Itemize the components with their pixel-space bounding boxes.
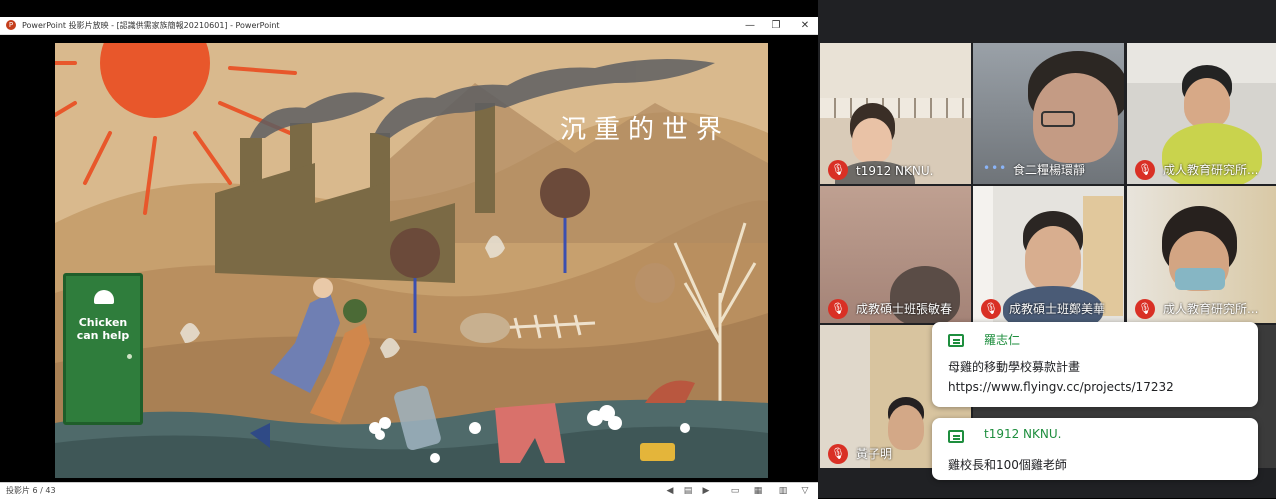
chat-sender: t1912 NKNU. xyxy=(984,427,1062,441)
chat-sender: 羅志仁 xyxy=(984,333,1021,347)
participant-tile[interactable]: ••• 食二糧楊環靜 xyxy=(973,43,1124,184)
participant-tile[interactable]: 🎙 t1912 NKNU. xyxy=(820,43,971,184)
mic-off-icon: 🎙 xyxy=(828,444,848,464)
restore-button[interactable]: ❐ xyxy=(766,17,786,34)
slide-sorter-icon[interactable]: ▦ xyxy=(753,486,763,496)
door-text: Chicken can help xyxy=(66,316,140,342)
participant-name: 成教碩士班鄭美華 xyxy=(1009,302,1106,316)
participant-name: t1912 NKNU. xyxy=(856,164,934,178)
chat-message: 雞校長和100個雞老師 xyxy=(948,458,1067,472)
menu-icon[interactable]: ▤ xyxy=(683,486,693,496)
powerpoint-logo-icon: P xyxy=(6,20,16,30)
chicken-door: Chicken can help xyxy=(63,273,143,425)
chat-bubble-icon xyxy=(948,334,964,347)
participant-tile[interactable]: 🎙 成教碩士班鄭美華 xyxy=(973,186,1124,323)
participant-name: 食二糧楊環靜 xyxy=(1013,163,1086,177)
door-knob xyxy=(127,354,132,359)
slide-canvas[interactable]: 沉重的世界 Chicken can help xyxy=(55,43,768,478)
minimize-button[interactable]: — xyxy=(740,17,760,34)
slideshow-stage: 沉重的世界 Chicken can help xyxy=(0,35,818,482)
reading-view-icon[interactable]: ▥ xyxy=(778,486,788,496)
door-text-line2: can help xyxy=(76,329,130,342)
door-text-line1: Chicken xyxy=(78,316,128,329)
slide-title: 沉重的世界 xyxy=(560,115,731,145)
participant-name: 成教碩士班張敏春 xyxy=(856,302,953,316)
speaking-indicator-icon: ••• xyxy=(983,161,1008,175)
mic-off-icon: 🎙 xyxy=(1135,160,1155,180)
window-title: PowerPoint 投影片放映 - [認識供需家族簡報20210601] - … xyxy=(22,21,280,30)
slideshow-icon[interactable]: ▽ xyxy=(800,486,810,496)
slide-counter: 投影片 6 / 43 xyxy=(6,486,56,495)
mic-off-icon: 🎙 xyxy=(828,299,848,319)
status-bar: 投影片 6 / 43 ◀ ▤ ▶ ▭ ▦ ▥ ▽ xyxy=(0,482,818,499)
chat-notification[interactable]: t1912 NKNU. 雞校長和100個雞老師 xyxy=(932,418,1258,480)
participant-tile[interactable]: 🎙 成人教育研究所... xyxy=(1127,43,1276,184)
chat-link[interactable]: https://www.flyingv.cc/projects/17232 xyxy=(948,380,1174,394)
participant-tile[interactable]: 🎙 成人教育研究所... xyxy=(1127,186,1276,323)
participant-name: 黃子明 xyxy=(856,447,893,461)
meet-panel: 🎙 t1912 NKNU. ••• 食二糧楊環靜 🎙 成人教育研究所... 🎙 … xyxy=(818,0,1276,498)
chat-bubble-icon xyxy=(948,430,964,443)
mic-off-icon: 🎙 xyxy=(828,160,848,180)
chicken-logo-icon xyxy=(94,290,114,304)
participant-name: 成人教育研究所... xyxy=(1163,163,1259,177)
title-bar: P PowerPoint 投影片放映 - [認識供需家族簡報20210601] … xyxy=(0,17,818,35)
participant-name: 成人教育研究所... xyxy=(1163,302,1259,316)
next-slide-icon[interactable]: ▶ xyxy=(701,486,711,496)
close-button[interactable]: ✕ xyxy=(795,17,815,34)
chat-notification[interactable]: 羅志仁 母雞的移動學校募款計畫 https://www.flyingv.cc/p… xyxy=(932,322,1258,407)
mic-off-icon: 🎙 xyxy=(1135,299,1155,319)
participant-tile[interactable]: 🎙 成教碩士班張敏春 xyxy=(820,186,971,323)
normal-view-icon[interactable]: ▭ xyxy=(730,486,740,496)
mic-off-icon: 🎙 xyxy=(981,299,1001,319)
powerpoint-window: P PowerPoint 投影片放映 - [認識供需家族簡報20210601] … xyxy=(0,17,818,499)
previous-slide-icon[interactable]: ◀ xyxy=(665,486,675,496)
chat-message: 母雞的移動學校募款計畫 xyxy=(948,360,1081,374)
